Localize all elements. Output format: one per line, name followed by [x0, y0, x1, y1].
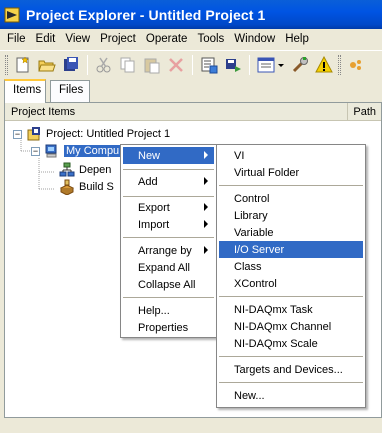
tab-strip: Items Files	[0, 79, 382, 103]
copy-icon[interactable]	[118, 55, 138, 75]
cut-icon[interactable]	[94, 55, 114, 75]
new-submenu-item-daqmx-scale[interactable]: NI-DAQmx Scale	[219, 335, 363, 352]
menu-item-label: Expand All	[138, 261, 190, 274]
context-menu-item-import[interactable]: Import	[123, 216, 214, 233]
tree-label-my-computer: My Compu	[64, 145, 122, 157]
context-menu: New Add Export Import Arrange by Expand …	[120, 144, 217, 338]
new-submenu-item-daqmx-channel[interactable]: NI-DAQmx Channel	[219, 318, 363, 335]
menu-item-label: Export	[138, 201, 170, 214]
menu-separator	[219, 296, 363, 297]
context-menu-item-collapse-all[interactable]: Collapse All	[123, 276, 214, 293]
tab-files[interactable]: Files	[50, 80, 90, 102]
tree-label-dependencies: Depen	[79, 164, 112, 176]
title-bar[interactable]: Project Explorer - Untitled Project 1	[0, 0, 382, 29]
menu-separator	[123, 169, 214, 170]
toolbar	[0, 50, 382, 78]
warning-icon[interactable]	[314, 55, 334, 75]
menu-item-label: Arrange by	[138, 244, 192, 257]
toolbar-separator	[249, 54, 250, 75]
menu-project[interactable]: Project	[95, 33, 141, 45]
save-all-icon[interactable]	[61, 55, 81, 75]
menu-edit[interactable]: Edit	[31, 33, 61, 45]
more-icon[interactable]	[346, 55, 366, 75]
new-submenu-item-xcontrol[interactable]: XControl	[219, 275, 363, 292]
new-submenu-item-daqmx-task[interactable]: NI-DAQmx Task	[219, 301, 363, 318]
toolbar-separator	[87, 54, 88, 75]
menu-view[interactable]: View	[60, 33, 95, 45]
build-specifications-icon	[59, 179, 75, 196]
submenu-arrow-icon	[204, 220, 208, 228]
project-icon	[26, 126, 42, 142]
new-submenu-item-new[interactable]: New...	[219, 387, 363, 404]
menu-file[interactable]: File	[2, 33, 31, 45]
computer-icon	[44, 143, 60, 159]
menu-item-label: Add	[138, 175, 158, 188]
submenu-arrow-icon	[204, 177, 208, 185]
menu-operate[interactable]: Operate	[141, 33, 193, 45]
menu-item-label: Collapse All	[138, 278, 196, 291]
menu-bar: File Edit View Project Operate Tools Win…	[0, 29, 382, 49]
menu-tools[interactable]: Tools	[192, 33, 229, 45]
toolbar-grip[interactable]	[5, 54, 8, 75]
new-submenu-item-vi[interactable]: VI	[219, 147, 363, 164]
tree-item-build-specifications[interactable]: Build S	[59, 179, 114, 196]
menu-help[interactable]: Help	[280, 33, 314, 45]
menu-separator	[219, 356, 363, 357]
context-menu-item-help[interactable]: Help...	[123, 302, 214, 319]
view-dropdown-icon[interactable]	[256, 55, 286, 75]
tree-item-my-computer[interactable]: − My Compu	[31, 143, 122, 159]
menu-separator	[123, 196, 214, 197]
menu-window[interactable]: Window	[229, 33, 280, 45]
menu-item-label: Import	[138, 218, 170, 231]
toolbar-grip[interactable]	[338, 54, 341, 75]
menu-item-label: Help...	[138, 304, 170, 317]
menu-separator	[123, 297, 214, 298]
menu-separator	[219, 185, 363, 186]
new-submenu-item-targets-and-devices[interactable]: Targets and Devices...	[219, 361, 363, 378]
new-submenu-item-io-server[interactable]: I/O Server	[219, 241, 363, 258]
delete-icon[interactable]	[166, 55, 186, 75]
menu-item-label: New	[138, 149, 161, 162]
deploy-icon[interactable]	[223, 55, 243, 75]
context-menu-item-expand-all[interactable]: Expand All	[123, 259, 214, 276]
context-menu-item-add[interactable]: Add	[123, 173, 214, 190]
tree-item-dependencies[interactable]: Depen	[59, 162, 111, 178]
new-submenu-item-class[interactable]: Class	[219, 258, 363, 275]
submenu-arrow-icon	[204, 151, 208, 159]
new-submenu: VI Virtual Folder Control Library Variab…	[216, 144, 366, 408]
context-menu-item-new[interactable]: New	[123, 147, 214, 164]
window-title: Project Explorer - Untitled Project 1	[26, 6, 266, 23]
submenu-arrow-icon	[204, 203, 208, 211]
new-submenu-item-library[interactable]: Library	[219, 207, 363, 224]
new-submenu-item-control[interactable]: Control	[219, 190, 363, 207]
tree-item-project[interactable]: − Project: Untitled Project 1	[13, 126, 170, 142]
dependencies-icon	[59, 162, 75, 178]
context-menu-item-export[interactable]: Export	[123, 199, 214, 216]
column-path[interactable]: Path	[348, 103, 381, 120]
submenu-arrow-icon	[204, 246, 208, 254]
menu-item-label: Properties	[138, 321, 189, 334]
new-submenu-item-virtual-folder[interactable]: Virtual Folder	[219, 164, 363, 181]
labview-project-icon	[4, 7, 20, 23]
new-submenu-item-variable[interactable]: Variable	[219, 224, 363, 241]
tab-items[interactable]: Items	[4, 79, 46, 103]
tree-label-build-specifications: Build S	[79, 181, 114, 193]
toolbar-separator	[192, 54, 193, 75]
collapse-toggle[interactable]: −	[31, 146, 40, 156]
collapse-toggle[interactable]: −	[13, 129, 22, 139]
menu-separator	[123, 237, 214, 238]
tree-label-project: Project: Untitled Project 1	[46, 128, 171, 140]
paste-icon[interactable]	[142, 55, 162, 75]
context-menu-item-arrange-by[interactable]: Arrange by	[123, 242, 214, 259]
open-icon[interactable]	[37, 55, 57, 75]
build-icon[interactable]	[199, 55, 219, 75]
new-icon[interactable]	[13, 55, 33, 75]
wrench-icon[interactable]	[290, 55, 310, 75]
context-menu-item-properties[interactable]: Properties	[123, 319, 214, 336]
menu-separator	[219, 382, 363, 383]
